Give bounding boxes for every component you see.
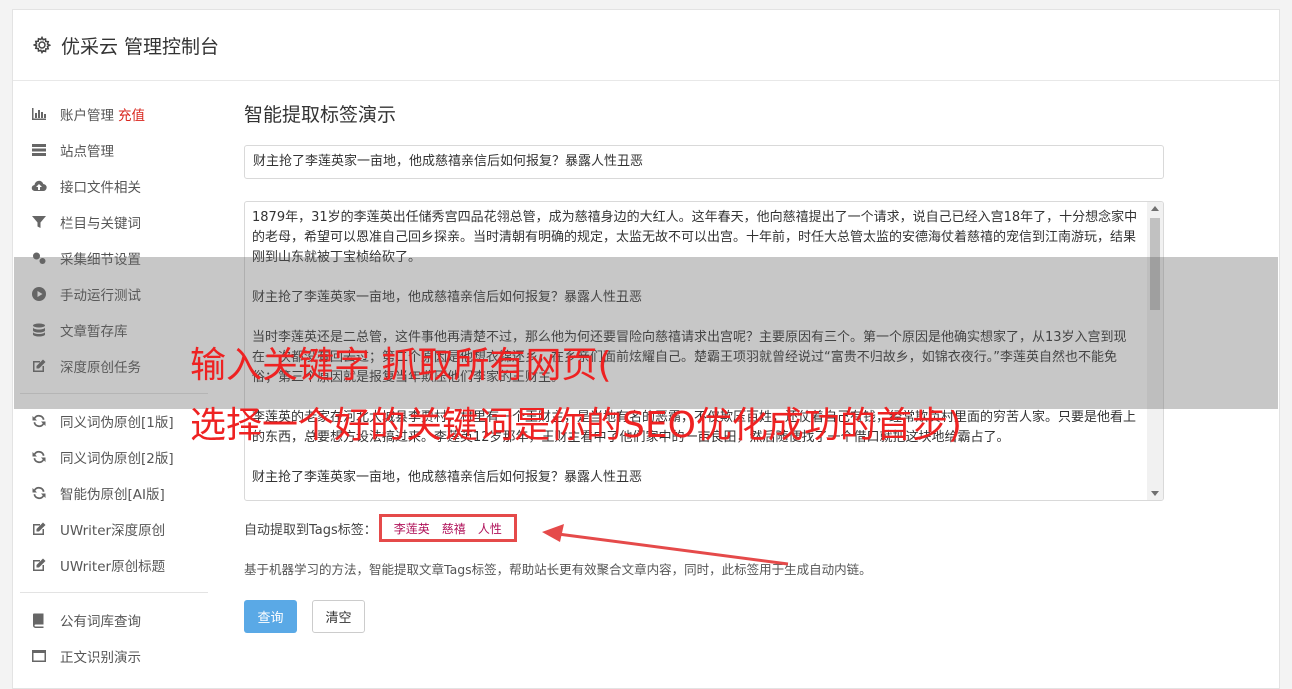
bar-chart-icon [30, 105, 48, 123]
refresh-icon [30, 412, 48, 430]
sidebar-item-label: 正文识别演示 [60, 650, 141, 666]
refresh-icon [30, 448, 48, 466]
button-row: 查询 清空 [244, 600, 1164, 633]
sidebar-item-uwriter-deep[interactable]: UWriter深度原创 [20, 511, 210, 547]
sidebar-item-label: 站点管理 [60, 144, 114, 160]
refresh-icon [30, 484, 48, 502]
red-arrow-annotation [542, 524, 789, 566]
overlay-caption-line1: 输入关键字 抓取所有网页( [190, 345, 612, 386]
filter-icon [30, 213, 48, 231]
sidebar-item-interface[interactable]: 接口文件相关 [20, 168, 210, 204]
panel-header: 优采云 管理控制台 [13, 10, 1279, 81]
book-icon [30, 611, 48, 629]
overlay-caption-line2: 选择一个好的关键词是你的SEO优化成功的首步) [190, 405, 962, 446]
sidebar-item-label: 公有词库查询 [60, 614, 141, 630]
tags-label: 自动提取到Tags标签： [244, 522, 377, 538]
server-icon [30, 141, 48, 159]
scroll-up-icon[interactable] [1151, 206, 1159, 211]
tag[interactable]: 人性 [478, 520, 502, 537]
sidebar-item-label: 智能伪原创[AI版] [60, 487, 165, 503]
sidebar-item-label: 同义词伪原创[1版] [60, 415, 174, 431]
sidebar-item-uwriter-title[interactable]: UWriter原创标题 [20, 547, 210, 583]
tags-box: 李莲英 慈禧 人性 [378, 514, 517, 542]
sidebar-item-synonym-v2[interactable]: 同义词伪原创[2版] [20, 439, 210, 475]
tag[interactable]: 慈禧 [442, 520, 466, 537]
clear-button[interactable]: 清空 [312, 600, 365, 633]
recharge-link[interactable]: 充值 [118, 104, 145, 124]
window-icon [30, 647, 48, 665]
sidebar-item-account[interactable]: 账户管理 充值 [20, 96, 210, 132]
sidebar-item-label: 栏目与关键词 [60, 216, 141, 232]
edit-icon [30, 556, 48, 574]
sidebar-item-label: 接口文件相关 [60, 180, 141, 196]
sidebar-item-label: 账户管理 [60, 108, 114, 124]
sidebar-item-site[interactable]: 站点管理 [20, 132, 210, 168]
section-title: 智能提取标签演示 [244, 104, 397, 126]
title-input[interactable]: 财主抢了李莲英家一亩地，他成慈禧亲信后如何报复？暴露人性丑恶 [244, 145, 1164, 179]
gear-icon [33, 36, 51, 54]
sidebar-item-text-recognition[interactable]: 正文识别演示 [20, 638, 210, 674]
sidebar-item-label: 同义词伪原创[2版] [60, 451, 174, 467]
sidebar-item-ai-rewrite[interactable]: 智能伪原创[AI版] [20, 475, 210, 511]
sidebar-item-label: UWriter原创标题 [60, 559, 166, 575]
query-button[interactable]: 查询 [244, 600, 297, 633]
sidebar-divider [20, 592, 208, 593]
content-paragraph: 财主抢了李莲英家一亩地，他成慈禧亲信后如何报复？暴露人性丑恶 [252, 470, 643, 485]
cloud-upload-icon [30, 177, 48, 195]
scroll-down-icon[interactable] [1151, 491, 1159, 496]
sidebar-item-public-dict[interactable]: 公有词库查询 [20, 602, 210, 638]
sidebar-item-columns[interactable]: 栏目与关键词 [20, 204, 210, 240]
tag[interactable]: 李莲英 [394, 520, 430, 537]
sidebar-item-label: UWriter深度原创 [60, 523, 166, 539]
edit-icon [30, 520, 48, 538]
page-title: 优采云 管理控制台 [61, 35, 220, 58]
